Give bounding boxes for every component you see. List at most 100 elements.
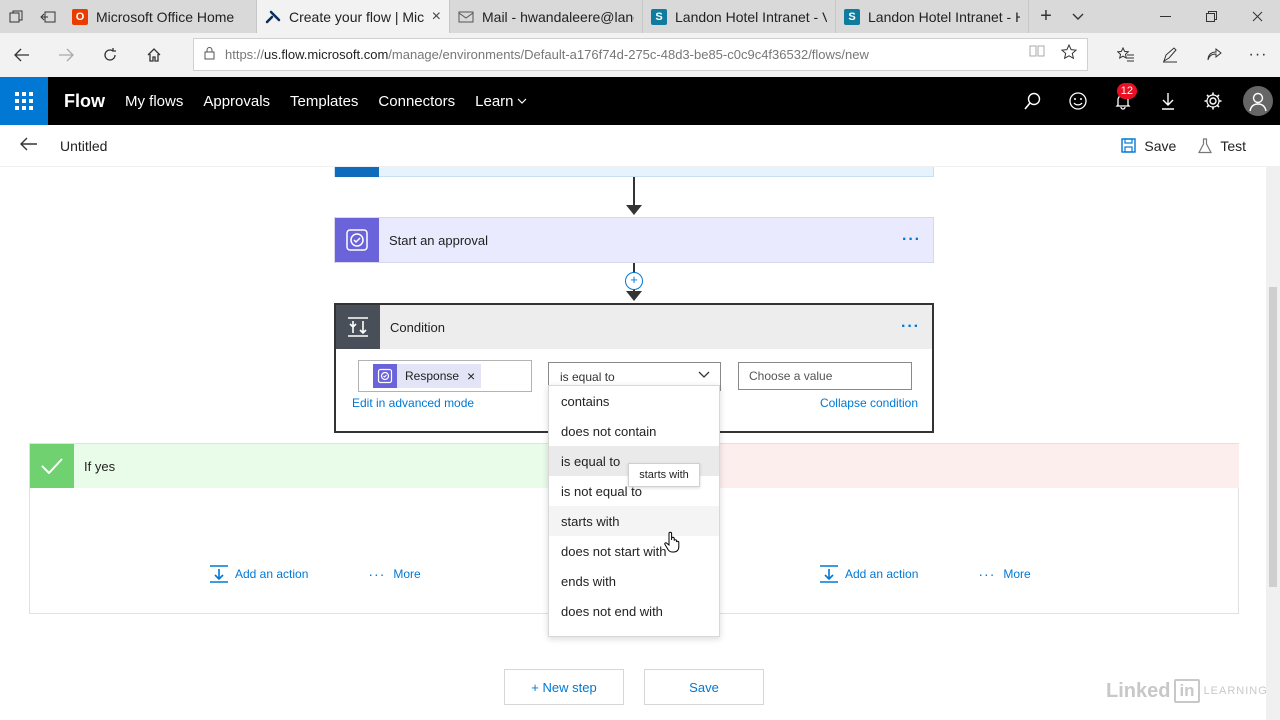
- option-does-not-contain[interactable]: does not contain: [549, 416, 719, 446]
- linkedin-learning-watermark: Linked in LEARNING: [1106, 679, 1266, 703]
- option-tooltip: starts with: [628, 463, 700, 487]
- nav-learn-label: Learn: [475, 92, 514, 110]
- flow-name[interactable]: Untitled: [60, 138, 107, 154]
- if-yes-header[interactable]: If yes: [30, 444, 635, 488]
- sharepoint-icon: S: [651, 8, 667, 25]
- close-tab-icon[interactable]: ×: [432, 8, 441, 26]
- refresh-icon[interactable]: [88, 33, 132, 77]
- back-to-flows-icon[interactable]: [20, 134, 60, 157]
- if-no-header[interactable]: [635, 444, 1239, 488]
- condition-value-input[interactable]: Choose a value: [738, 362, 912, 390]
- app-launcher-icon[interactable]: [0, 77, 48, 125]
- home-icon[interactable]: [132, 33, 176, 77]
- add-action-yes-button[interactable]: Add an action: [209, 565, 308, 583]
- more-yes-button[interactable]: ··· More: [368, 566, 420, 582]
- share-icon[interactable]: [1192, 33, 1236, 77]
- edit-advanced-mode-link[interactable]: Edit in advanced mode: [352, 396, 474, 410]
- browser-tab-intranet-1[interactable]: S Landon Hotel Intranet - Ve: [643, 0, 836, 33]
- nav-learn[interactable]: Learn: [475, 93, 526, 110]
- forward-icon[interactable]: [44, 33, 88, 77]
- if-yes-actions: Add an action ··· More: [209, 565, 421, 583]
- nav-my-flows[interactable]: My flows: [125, 93, 183, 110]
- tab-title: Create your flow | Mic: [289, 8, 424, 25]
- more-ellipsis-icon: ···: [368, 566, 386, 582]
- designer-canvas: Start an approval ··· + Condition ··· Re…: [0, 167, 1266, 720]
- nav-connectors[interactable]: Connectors: [378, 93, 455, 110]
- option-contains[interactable]: contains: [549, 386, 719, 416]
- close-window-icon[interactable]: [1234, 0, 1280, 33]
- favorites-hub-icon[interactable]: [1104, 33, 1148, 77]
- condition-header[interactable]: Condition ···: [336, 305, 932, 349]
- search-icon[interactable]: [1010, 77, 1055, 125]
- option-starts-with[interactable]: starts with: [549, 506, 719, 536]
- option-does-not-end-with[interactable]: does not end with: [549, 596, 719, 626]
- condition-card-title: Condition: [390, 319, 445, 335]
- url-field[interactable]: https://us.flow.microsoft.com/manage/env…: [193, 38, 1088, 71]
- tab-title: Landon Hotel Intranet - Ve: [675, 8, 827, 25]
- set-aside-tabs-icon[interactable]: [32, 0, 64, 33]
- response-token[interactable]: Response ×: [373, 364, 482, 388]
- checkmark-icon: [30, 444, 74, 488]
- browser-tab-office[interactable]: O Microsoft Office Home: [64, 0, 257, 33]
- test-command-button[interactable]: Test: [1198, 138, 1246, 154]
- command-bar: Untitled Save Test: [0, 125, 1280, 167]
- tab-title: Microsoft Office Home: [96, 8, 235, 25]
- scrollbar-thumb[interactable]: [1269, 287, 1277, 587]
- save-flow-button[interactable]: Save: [644, 669, 764, 705]
- feedback-smiley-icon[interactable]: [1055, 77, 1100, 125]
- canvas-scrollbar[interactable]: [1266, 167, 1280, 720]
- collapse-condition-link[interactable]: Collapse condition: [820, 396, 918, 410]
- url-path: /manage/environments/Default-a176f74d-27…: [388, 47, 869, 62]
- pen-icon[interactable]: [1148, 33, 1192, 77]
- add-action-no-label: Add an action: [845, 567, 919, 581]
- browser-tab-mail[interactable]: Mail - hwandaleere@land: [450, 0, 643, 33]
- tab-list-icon[interactable]: [0, 0, 32, 33]
- tab-dropdown-icon[interactable]: [1063, 0, 1093, 33]
- notifications-bell-icon[interactable]: 12: [1100, 77, 1145, 125]
- lock-icon: [204, 46, 215, 63]
- restore-icon[interactable]: [1188, 0, 1234, 33]
- back-icon[interactable]: [0, 33, 44, 77]
- new-tab-icon[interactable]: +: [1029, 0, 1063, 33]
- more-options-icon[interactable]: ···: [1236, 33, 1280, 77]
- option-ends-with[interactable]: ends with: [549, 566, 719, 596]
- mail-icon: [458, 9, 474, 25]
- remove-token-icon[interactable]: ×: [467, 368, 475, 384]
- brand-name[interactable]: Flow: [64, 91, 105, 112]
- settings-gear-icon[interactable]: [1190, 77, 1235, 125]
- user-avatar[interactable]: [1235, 77, 1280, 125]
- favorite-star-icon[interactable]: [1060, 43, 1078, 65]
- condition-left-operand[interactable]: Response ×: [358, 360, 532, 392]
- reading-view-icon[interactable]: [1029, 44, 1045, 65]
- nav-templates[interactable]: Templates: [290, 93, 358, 110]
- nav-approvals[interactable]: Approvals: [203, 93, 270, 110]
- option-does-not-start-with[interactable]: does not start with: [549, 536, 719, 566]
- condition-menu-ellipsis-icon[interactable]: ···: [901, 318, 920, 336]
- card-menu-ellipsis-icon[interactable]: ···: [902, 231, 921, 249]
- more-no-button[interactable]: ··· More: [978, 566, 1030, 582]
- flask-icon: [1198, 137, 1213, 153]
- new-step-button[interactable]: + New step: [504, 669, 624, 705]
- if-no-actions: Add an action ··· More: [819, 565, 1031, 583]
- connector-arrow-icon: [626, 205, 642, 215]
- download-icon[interactable]: [1145, 77, 1190, 125]
- response-token-label: Response: [405, 369, 460, 383]
- start-approval-card[interactable]: Start an approval ···: [334, 217, 934, 263]
- save-command-button[interactable]: Save: [1121, 138, 1176, 154]
- tab-title: Landon Hotel Intranet - H: [868, 8, 1020, 25]
- flow-icon: [265, 9, 281, 25]
- insert-step-plus-icon[interactable]: +: [625, 272, 643, 290]
- approval-icon: [335, 218, 379, 262]
- minimize-icon[interactable]: [1142, 0, 1188, 33]
- add-action-no-button[interactable]: Add an action: [819, 565, 918, 583]
- add-action-icon: [820, 565, 838, 583]
- browser-tab-flow[interactable]: Create your flow | Mic ×: [257, 0, 450, 33]
- save-disk-icon: [1121, 138, 1137, 153]
- browser-tab-strip: O Microsoft Office Home Create your flow…: [0, 0, 1280, 33]
- watermark-suffix: LEARNING: [1203, 685, 1266, 697]
- watermark-in: in: [1174, 679, 1200, 703]
- condition-icon: [336, 305, 380, 349]
- previous-step-card[interactable]: [334, 167, 934, 177]
- browser-tab-intranet-2[interactable]: S Landon Hotel Intranet - H: [836, 0, 1029, 33]
- more-ellipsis-icon: ···: [978, 566, 996, 582]
